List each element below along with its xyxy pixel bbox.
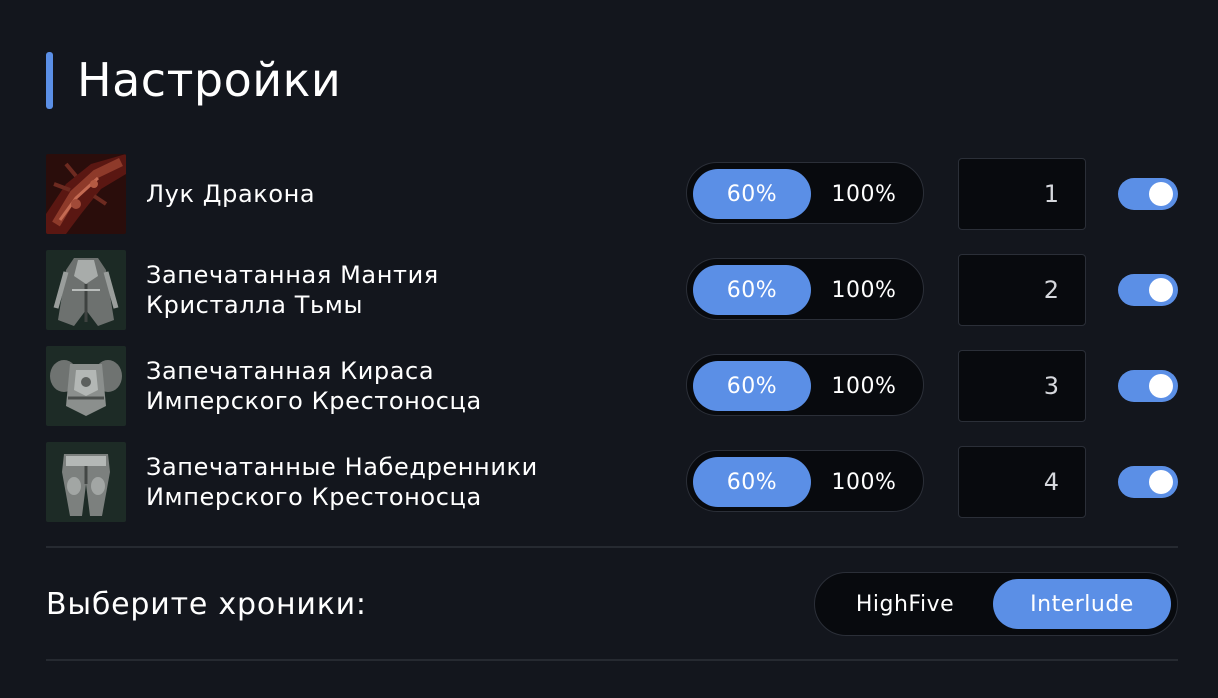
page-title: Настройки <box>77 53 342 107</box>
toggle-knob <box>1149 278 1173 302</box>
chronicle-option-highfive[interactable]: HighFive <box>821 579 989 629</box>
percent-option-60[interactable]: 60% <box>693 457 811 507</box>
quantity-field[interactable]: 1 <box>958 158 1086 230</box>
dragon-bow-icon <box>46 154 126 234</box>
enable-toggle[interactable] <box>1118 178 1178 210</box>
enable-toggle[interactable] <box>1118 274 1178 306</box>
percent-switch[interactable]: 60% 100% <box>686 450 924 512</box>
toggle-knob <box>1149 374 1173 398</box>
item-name: Запечатанная Мантия Кристалла Тьмы <box>146 261 439 319</box>
robe-icon <box>46 250 126 330</box>
quantity-field[interactable]: 4 <box>958 446 1086 518</box>
percent-option-60[interactable]: 60% <box>693 361 811 411</box>
percent-option-100[interactable]: 100% <box>811 265 917 315</box>
percent-switch[interactable]: 60% 100% <box>686 162 924 224</box>
chronicles-label: Выберите хроники: <box>46 587 367 622</box>
percent-option-100[interactable]: 100% <box>811 361 917 411</box>
percent-option-60[interactable]: 60% <box>693 265 811 315</box>
list-item: Запечатанные Набедренники Имперского Кре… <box>46 442 1178 522</box>
toggle-knob <box>1149 182 1173 206</box>
chronicles-switch[interactable]: HighFive Interlude <box>814 572 1178 636</box>
percent-option-100[interactable]: 100% <box>811 169 917 219</box>
item-name: Лук Дракона <box>146 180 316 208</box>
percent-switch[interactable]: 60% 100% <box>686 258 924 320</box>
percent-option-60[interactable]: 60% <box>693 169 811 219</box>
item-name: Запечатанные Набедренники Имперского Кре… <box>146 453 538 511</box>
list-item: Запечатанная Мантия Кристалла Тьмы 60% 1… <box>46 250 1178 330</box>
divider <box>46 659 1178 661</box>
cuirass-icon <box>46 346 126 426</box>
list-item: Лук Дракона 60% 100% 1 <box>46 154 1178 234</box>
quantity-field[interactable]: 3 <box>958 350 1086 422</box>
chronicle-option-interlude[interactable]: Interlude <box>993 579 1171 629</box>
title-accent-bar <box>46 52 53 109</box>
enable-toggle[interactable] <box>1118 370 1178 402</box>
quantity-field[interactable]: 2 <box>958 254 1086 326</box>
item-name: Запечатанная Кираса Имперского Крестонос… <box>146 357 482 415</box>
percent-option-100[interactable]: 100% <box>811 457 917 507</box>
toggle-knob <box>1149 470 1173 494</box>
percent-switch[interactable]: 60% 100% <box>686 354 924 416</box>
list-item: Запечатанная Кираса Имперского Крестонос… <box>46 346 1178 426</box>
divider <box>46 546 1178 548</box>
enable-toggle[interactable] <box>1118 466 1178 498</box>
gaiters-icon <box>46 442 126 522</box>
